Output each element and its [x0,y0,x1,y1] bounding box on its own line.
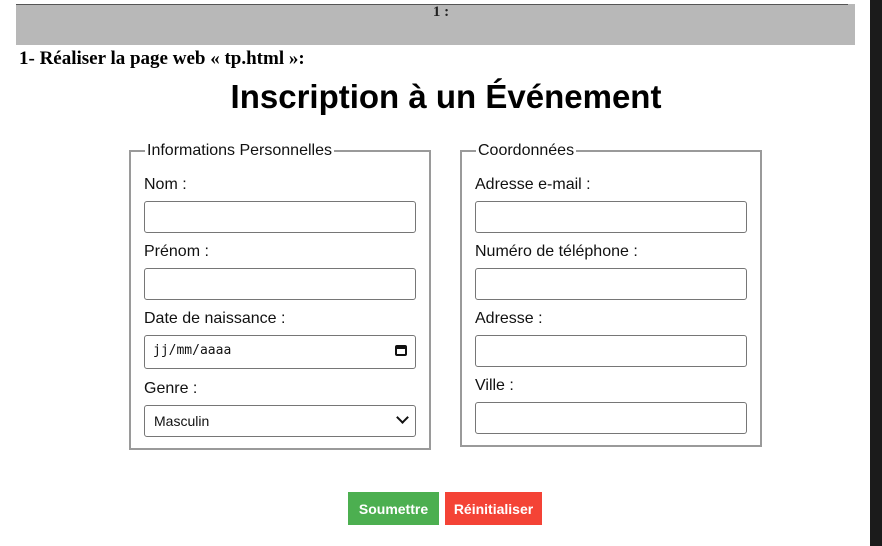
phone-input[interactable] [475,268,747,300]
genre-select[interactable]: Masculin [144,405,416,437]
genre-label: Genre : [144,380,198,397]
email-input[interactable] [475,201,747,233]
page-title: Inscription à un Événement [230,78,662,115]
genre-selected-value: Masculin [154,413,210,429]
nom-input[interactable] [144,201,416,233]
personal-info-legend: Informations Personnelles [147,142,332,159]
phone-label: Numéro de téléphone : [475,243,638,260]
submit-button[interactable]: Soumettre [348,492,439,525]
city-label: Ville : [475,377,514,394]
reset-button[interactable]: Réinitialiser [445,492,542,525]
city-input[interactable] [475,402,747,434]
dob-date-input[interactable]: jj/mm/aaaa [144,335,416,369]
email-label: Adresse e-mail : [475,176,591,193]
dob-label: Date de naissance : [144,310,286,327]
prenom-input[interactable] [144,268,416,300]
exercise-instruction: 1- Réaliser la page web « tp.html »: [19,48,305,69]
header-mark: 1 : [432,4,450,20]
address-label: Adresse : [475,310,543,327]
dob-placeholder: jj/mm/aaaa [153,343,232,358]
prenom-label: Prénom : [144,243,209,260]
chevron-down-icon [396,411,409,424]
contact-legend: Coordonnées [478,142,575,159]
nom-label: Nom : [144,176,187,193]
calendar-icon[interactable] [395,345,407,356]
address-input[interactable] [475,335,747,367]
